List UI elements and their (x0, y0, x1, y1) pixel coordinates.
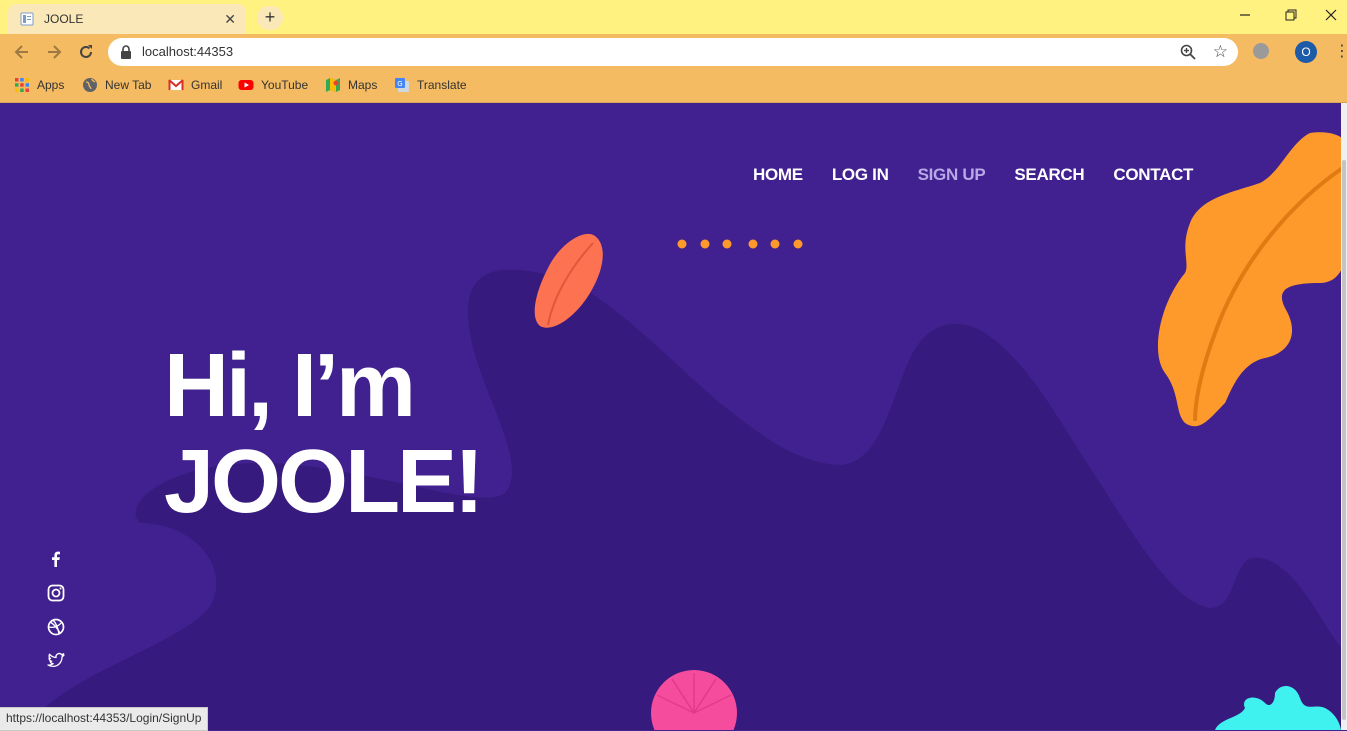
bookmark-gmail[interactable]: Gmail (168, 76, 222, 94)
address-bar[interactable]: localhost:44353 ☆ (108, 38, 1238, 66)
main-nav: HOME LOG IN SIGN UP SEARCH CONTACT (753, 165, 1222, 185)
back-icon[interactable] (10, 40, 34, 64)
close-window-icon[interactable] (1314, 0, 1347, 30)
bookmark-label: Apps (37, 78, 65, 92)
reload-icon[interactable] (74, 40, 98, 64)
nav-home[interactable]: HOME (753, 165, 803, 185)
profile-avatar[interactable]: O (1295, 41, 1317, 63)
bookmark-label: New Tab (105, 78, 152, 92)
gmail-icon (168, 79, 184, 90)
bookmark-youtube[interactable]: YouTube (238, 76, 308, 94)
new-tab-button[interactable]: + (257, 6, 283, 30)
restore-icon[interactable] (1268, 0, 1314, 30)
translate-icon: G (395, 78, 409, 92)
globe-icon (83, 78, 97, 92)
bookmarks-bar: Apps New Tab Gmail YouTube Maps G Transl… (0, 70, 1347, 103)
hero-line-1: Hi, I’m (164, 336, 416, 436)
hero-line-2: JOOLE! (164, 432, 484, 532)
apps-grid-icon (15, 78, 29, 92)
dribbble-icon[interactable] (46, 617, 66, 637)
lock-icon (121, 45, 131, 59)
minimize-icon[interactable] (1222, 0, 1268, 30)
bookmark-label: YouTube (261, 78, 309, 92)
decorative-dots (677, 239, 803, 249)
extension-icon[interactable] (1253, 43, 1269, 59)
status-url-bubble: https://localhost:44353/Login/SignUp (0, 707, 209, 731)
zoom-icon[interactable] (1180, 44, 1196, 60)
bookmark-translate[interactable]: G Translate (394, 76, 467, 94)
bookmark-label: Gmail (191, 78, 223, 92)
browser-toolbar: localhost:44353 ☆ O ⋮ (0, 34, 1347, 70)
url-text[interactable]: localhost:44353 (142, 44, 233, 59)
bookmark-star-icon[interactable]: ☆ (1213, 42, 1228, 62)
nav-sign-up[interactable]: SIGN UP (918, 165, 986, 185)
bookmark-maps[interactable]: Maps (325, 76, 377, 94)
svg-text:G: G (397, 80, 402, 88)
bookmark-label: Translate (417, 78, 467, 92)
tab-close-icon[interactable]: ✕ (224, 11, 236, 28)
page-content: HOME LOG IN SIGN UP SEARCH CONTACT Hi, I… (0, 103, 1347, 730)
instagram-icon[interactable] (46, 583, 66, 603)
bookmark-label: Maps (348, 78, 378, 92)
bookmark-new-tab[interactable]: New Tab (82, 76, 151, 94)
forward-icon[interactable] (42, 40, 66, 64)
twitter-icon[interactable] (46, 650, 66, 670)
facebook-icon[interactable] (46, 549, 66, 569)
browser-tab[interactable]: JOOLE ✕ (8, 4, 246, 34)
maps-icon (326, 78, 340, 92)
menu-icon[interactable]: ⋮ (1334, 41, 1347, 61)
scrollbar-thumb[interactable] (1342, 160, 1346, 720)
nav-log-in[interactable]: LOG IN (832, 165, 889, 185)
bookmark-apps[interactable]: Apps (14, 76, 64, 94)
page-icon (20, 12, 34, 26)
youtube-icon (238, 80, 254, 90)
browser-tab-bar: JOOLE ✕ + (0, 0, 1347, 34)
nav-search[interactable]: SEARCH (1014, 165, 1084, 185)
tab-title: JOOLE (44, 12, 84, 26)
hero-title: Hi, I’m JOOLE! (164, 336, 484, 532)
nav-contact[interactable]: CONTACT (1113, 165, 1193, 185)
